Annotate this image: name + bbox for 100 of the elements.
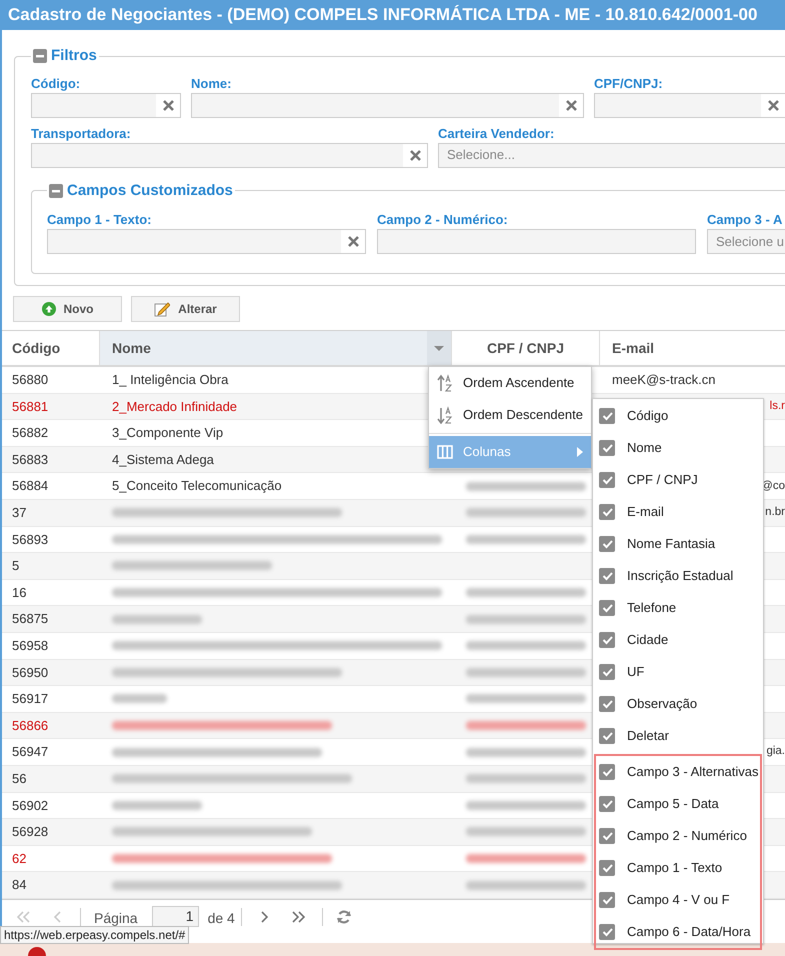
checkbox[interactable]	[599, 860, 615, 876]
field-label: Campo 3 - A	[707, 211, 784, 229]
panel-title[interactable]: Campos Customizados	[67, 180, 233, 202]
table-cell-text: 56882	[11, 424, 50, 442]
menu-item[interactable]: Campo 5 - Data	[596, 788, 760, 820]
sort-descending-icon	[437, 406, 453, 424]
checkbox[interactable]	[599, 408, 615, 424]
menu-item[interactable]: Observação	[593, 688, 763, 720]
menu-item[interactable]: Campo 3 - Alternativas	[596, 756, 760, 788]
check-icon	[602, 507, 612, 517]
table-cell-text: 56875	[11, 610, 50, 628]
clear-button[interactable]	[156, 94, 180, 116]
input-field[interactable]	[594, 92, 785, 118]
checkbox[interactable]	[599, 828, 615, 844]
check-icon	[602, 635, 612, 645]
double-chevron-left-icon	[16, 910, 30, 924]
page-count: de 4	[208, 908, 235, 928]
clear-button[interactable]	[559, 94, 583, 116]
menu-item[interactable]: Deletar	[593, 720, 763, 752]
menu-item[interactable]: Campo 2 - Numérico	[596, 820, 760, 852]
menu-item[interactable]: Telefone	[593, 592, 763, 624]
field-label: CPF/CNPJ:	[594, 74, 664, 92]
table-cell-text: 84	[11, 876, 28, 894]
check-icon	[602, 443, 612, 453]
menu-item[interactable]: Cidade	[593, 624, 763, 656]
table-cell-text: 56881	[11, 398, 50, 416]
checkbox[interactable]	[599, 440, 615, 456]
close-icon	[766, 98, 780, 112]
table-cell-text: 5	[11, 557, 20, 576]
checkbox[interactable]	[599, 472, 615, 488]
collapse-icon	[49, 184, 63, 198]
clear-button[interactable]	[403, 144, 427, 166]
table-cell-text: 56947	[11, 743, 50, 762]
check-icon	[602, 895, 612, 905]
clear-button[interactable]	[341, 230, 365, 253]
dropdown-trigger[interactable]	[427, 331, 451, 365]
checkbox[interactable]	[599, 664, 615, 680]
menu-item[interactable]: Campo 6 - Data/Hora	[596, 916, 760, 948]
table-cell-text: 56	[11, 770, 28, 788]
menu-item[interactable]: Nome Fantasia	[593, 528, 763, 560]
menu-item[interactable]: Campo 1 - Texto	[596, 852, 760, 884]
menu-item[interactable]: E-mail	[593, 496, 763, 528]
close-icon	[162, 98, 174, 112]
caret-icon	[434, 346, 444, 350]
alert-icon	[28, 947, 46, 956]
table-cell-text: 56902	[11, 796, 50, 815]
input-field[interactable]	[31, 92, 181, 118]
menu-item[interactable]: Campo 4 - V ou F	[596, 884, 760, 916]
close-icon	[346, 235, 360, 248]
checkbox[interactable]	[599, 728, 615, 744]
table-cell-text: 56866	[11, 716, 50, 735]
clear-button[interactable]	[761, 94, 785, 116]
menu-item[interactable]: CPF / CNPJ	[593, 464, 763, 496]
close-icon	[564, 98, 578, 112]
menu-item[interactable]: Inscrição Estadual	[593, 560, 763, 592]
page-field[interactable]: 1	[152, 906, 199, 927]
input-field[interactable]	[47, 229, 366, 254]
double-chevron-right-icon	[292, 910, 306, 924]
sort-ascending-icon	[437, 374, 453, 392]
menu-item[interactable]: UF	[593, 656, 763, 688]
input-field[interactable]	[377, 229, 696, 254]
field-label: Nome:	[191, 74, 232, 92]
checkbox[interactable]	[599, 632, 615, 648]
input-field[interactable]	[31, 142, 428, 168]
check-icon	[602, 667, 612, 677]
checkbox[interactable]	[599, 600, 615, 616]
checkbox[interactable]	[599, 536, 615, 552]
field-label: Carteira Vendedor:	[438, 124, 556, 142]
blurred-text	[112, 694, 167, 704]
table-cell: 4_Sistema Adega	[112, 452, 214, 467]
table-cell-text: 56884	[11, 477, 50, 496]
checkbox[interactable]	[599, 892, 615, 908]
checkbox[interactable]	[599, 568, 615, 584]
table-cell-text: 37	[11, 504, 28, 522]
check-icon	[602, 863, 612, 873]
column-header[interactable]: Nome	[100, 331, 452, 365]
table-cell-text: 56893	[11, 530, 50, 549]
panel-title[interactable]: Filtros	[51, 45, 97, 68]
field-label: Código:	[31, 74, 82, 92]
url-tooltip: https://web.erpeasy.compels.net/#	[0, 926, 190, 944]
check-icon	[602, 831, 612, 841]
table-cell-text: 56880	[11, 371, 50, 390]
input-field[interactable]	[191, 92, 584, 118]
table-cell-text: n.br	[765, 505, 785, 520]
toolbar-button[interactable]: Novo	[13, 296, 122, 322]
page-label: Página	[94, 908, 138, 928]
toolbar-button[interactable]: Alterar	[131, 296, 240, 322]
checkbox[interactable]	[599, 924, 615, 940]
menu-item[interactable]: Código	[593, 400, 763, 432]
checkbox[interactable]	[599, 796, 615, 812]
checkbox[interactable]	[599, 504, 615, 520]
menu-item[interactable]: Nome	[593, 432, 763, 464]
pencil-icon	[154, 301, 170, 317]
menu-item[interactable]: Ordem Descendente	[429, 399, 591, 431]
check-icon	[602, 699, 612, 709]
checkbox[interactable]	[599, 696, 615, 712]
menu-item[interactable]: Ordem Ascendente	[429, 367, 591, 399]
check-icon	[602, 767, 612, 777]
chevron-right-icon	[260, 910, 269, 924]
checkbox[interactable]	[599, 764, 615, 780]
